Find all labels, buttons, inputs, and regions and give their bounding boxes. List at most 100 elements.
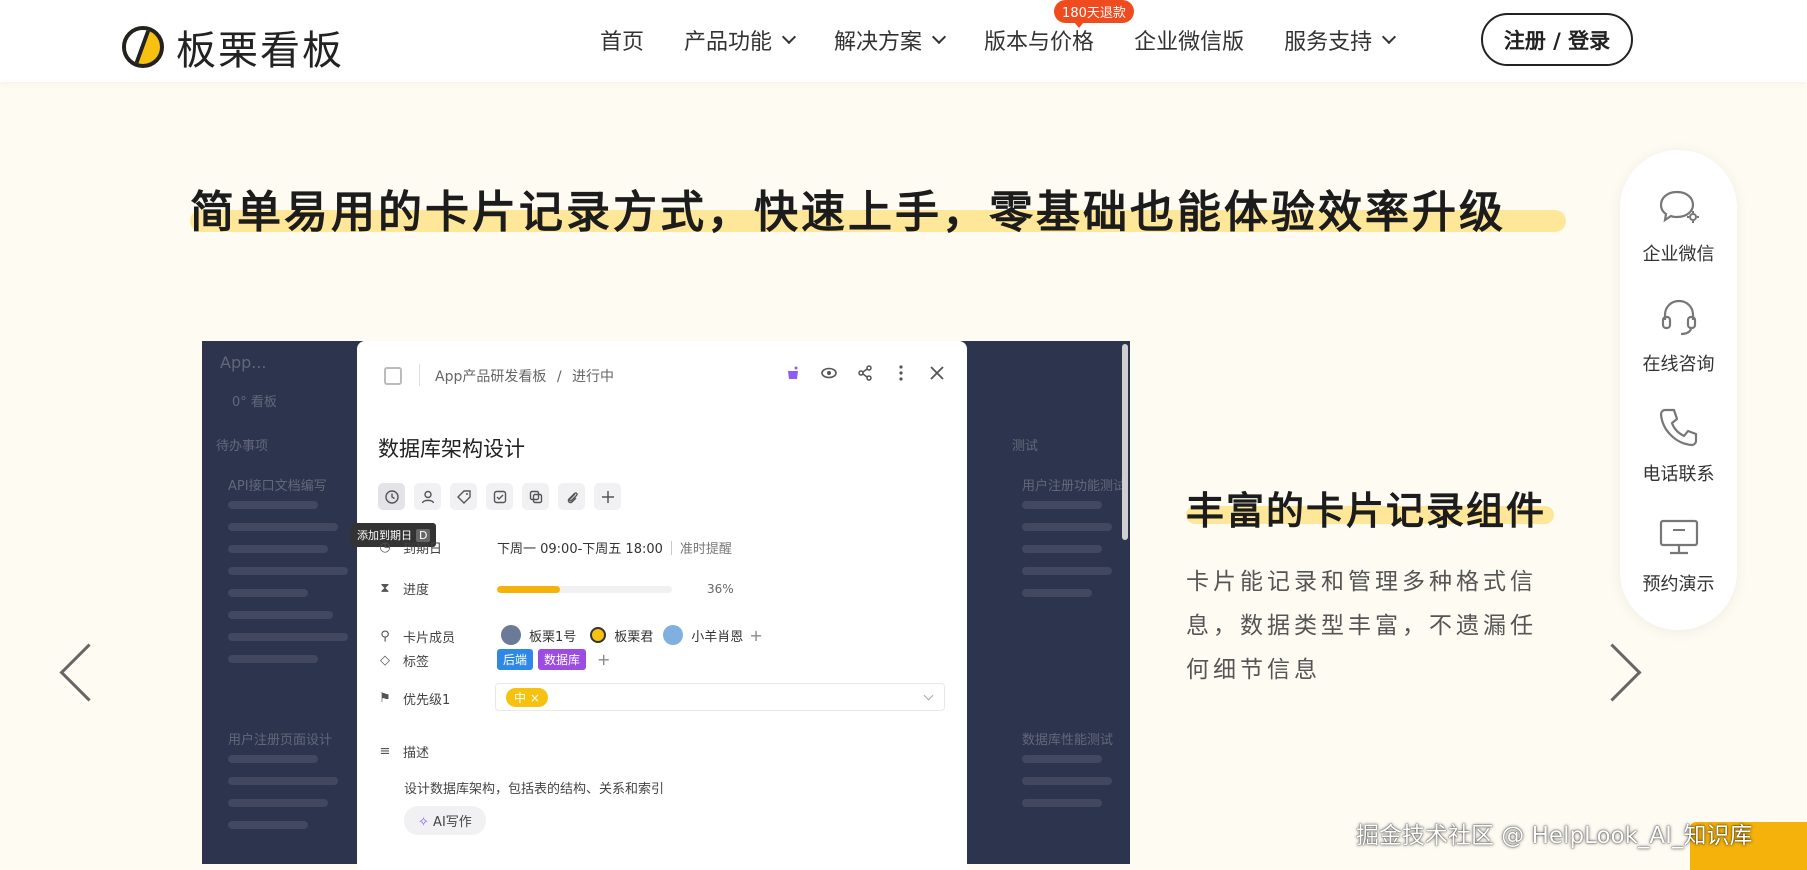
progress-bar[interactable] <box>497 585 672 593</box>
progress-percent: 36% <box>707 582 734 596</box>
bg-card-line <box>1022 777 1112 785</box>
nav-home[interactable]: 首页 <box>600 22 644 58</box>
priority-chip[interactable]: 中 × <box>506 688 548 707</box>
carousel-next-button[interactable] <box>1608 640 1638 702</box>
avatar[interactable] <box>590 627 607 643</box>
side-item-consult[interactable]: 在线咨询 <box>1620 292 1737 376</box>
divider <box>670 540 672 555</box>
priority-select[interactable]: 中 × <box>495 683 945 711</box>
eye-icon[interactable] <box>817 361 841 385</box>
tags-list: 后端 数据库 + <box>497 649 610 670</box>
bg-card-line <box>228 633 348 641</box>
bg-card-title: 用户注册页面设计 <box>228 733 333 748</box>
ai-magic-icon[interactable] <box>781 361 805 385</box>
avatar[interactable] <box>501 625 521 645</box>
bg-card-line <box>228 799 328 807</box>
modal-toolbar <box>781 361 949 385</box>
more-icon[interactable] <box>889 361 913 385</box>
tag-icon[interactable] <box>450 483 477 510</box>
attachment-icon[interactable] <box>558 483 585 510</box>
column-test: 测试 <box>1012 439 1039 454</box>
clock-icon[interactable] <box>378 483 405 510</box>
contact-side-panel: 企业微信 在线咨询 电话联系 预约演示 <box>1620 150 1737 630</box>
tag-database[interactable]: 数据库 <box>538 649 587 670</box>
bg-card-line <box>228 501 318 509</box>
monitor-icon <box>1654 512 1704 562</box>
plus-icon[interactable] <box>594 483 621 510</box>
ai-writing-button[interactable]: ✧ AI写作 <box>404 806 486 835</box>
logo[interactable]: 板栗看板 <box>122 18 344 76</box>
carousel-prev-button[interactable] <box>60 640 90 702</box>
bg-card-line <box>228 755 318 763</box>
feature-title: 丰富的卡片记录组件 <box>1186 480 1554 535</box>
bg-card-line <box>1022 755 1102 763</box>
checklist-icon[interactable] <box>486 483 513 510</box>
due-date-value[interactable]: 下周一 09:00-下周五 18:00 准时提醒 <box>497 538 732 557</box>
due-reminder[interactable]: 准时提醒 <box>680 538 732 557</box>
copy-icon[interactable] <box>522 483 549 510</box>
user-icon: ⚲ <box>380 629 390 644</box>
scrollbar[interactable] <box>1122 344 1128 540</box>
logo-icon <box>122 26 164 68</box>
member-name: 小羊肖恩 <box>691 629 744 645</box>
avatar[interactable] <box>663 625 684 645</box>
board-view-label: 0° 看板 <box>232 395 277 410</box>
nav-pricing[interactable]: 版本与价格 180天退款 <box>984 0 1134 58</box>
login-button[interactable]: 注册 / 登录 <box>1481 13 1633 66</box>
tag-icon: ◇ <box>380 653 390 668</box>
divider <box>419 364 420 386</box>
bg-card-line <box>1022 501 1102 509</box>
progress-fill <box>497 585 560 593</box>
tag-backend[interactable]: 后端 <box>497 649 534 670</box>
chevron-down-icon <box>1382 29 1397 45</box>
logo-text: 板栗看板 <box>176 28 344 74</box>
chevron-down-icon <box>931 29 947 45</box>
card-complete-checkbox[interactable] <box>384 367 402 385</box>
members-list: 板栗1号 板栗君 小羊肖恩 + <box>497 625 763 645</box>
user-icon[interactable] <box>414 483 441 510</box>
bg-card-title: 数据库性能测试 <box>1022 733 1114 748</box>
side-item-phone[interactable]: 电话联系 <box>1620 402 1737 486</box>
bg-card-line <box>228 567 348 575</box>
bg-card-line <box>228 777 338 785</box>
ai-magic-icon: ✧ <box>418 815 429 830</box>
main-nav: 首页 产品功能 解决方案 版本与价格 180天退款 企业微信版 服务支持 <box>600 0 1434 58</box>
bg-card-line <box>1022 799 1102 807</box>
add-member-icon[interactable]: + <box>749 626 762 645</box>
members-row: ⚲ 卡片成员 <box>377 627 455 646</box>
progress-row: ⧗ 进度 <box>377 579 429 598</box>
feature-title-text: 丰富的卡片记录组件 <box>1186 489 1547 533</box>
due-date-row: ◷ 到期日 <box>377 538 442 557</box>
column-todo: 待办事项 <box>216 439 269 454</box>
bg-card-line <box>228 821 308 829</box>
progress-value[interactable]: 36% <box>497 582 734 596</box>
nav-support[interactable]: 服务支持 <box>1284 22 1397 58</box>
add-tag-icon[interactable]: + <box>597 650 610 669</box>
bg-card-line <box>1022 589 1092 597</box>
nav-wecom[interactable]: 企业微信版 <box>1134 22 1244 58</box>
bg-card-line <box>1022 545 1102 553</box>
nav-solutions[interactable]: 解决方案 <box>834 22 947 58</box>
breadcrumb-board[interactable]: App产品研发看板 <box>435 369 546 385</box>
close-icon[interactable] <box>925 361 949 385</box>
description-row: ≡ 描述 <box>377 742 429 761</box>
side-item-wecom[interactable]: 企业微信 <box>1620 182 1737 266</box>
card-title[interactable]: 数据库架构设计 <box>378 433 525 463</box>
watermark: 掘金技术社区 @ HelpLook_AI_知识库 <box>1356 823 1753 849</box>
description-text[interactable]: 设计数据库架构，包括表的结构、关系和索引 <box>404 778 664 797</box>
headline: 简单易用的卡片记录方式，快速上手，零基础也能体验效率升级 <box>190 176 1566 238</box>
breadcrumb-status[interactable]: 进行中 <box>572 369 614 385</box>
phone-icon <box>1654 402 1704 452</box>
site-header: 板栗看板 首页 产品功能 解决方案 版本与价格 180天退款 企业微信版 服务支… <box>0 0 1807 82</box>
clock-icon: ◷ <box>379 540 391 555</box>
breadcrumb: App产品研发看板 / 进行中 <box>435 369 614 385</box>
bg-card-line <box>1022 567 1112 575</box>
board-title: App... <box>220 353 267 372</box>
card-component-toolbar <box>378 483 621 510</box>
side-item-demo[interactable]: 预约演示 <box>1620 512 1737 596</box>
bg-card-line <box>228 545 328 553</box>
tags-row: ◇ 标签 <box>377 651 429 670</box>
nav-products[interactable]: 产品功能 <box>684 22 797 58</box>
share-icon[interactable] <box>853 361 877 385</box>
menu-lines-icon: ≡ <box>379 744 391 759</box>
